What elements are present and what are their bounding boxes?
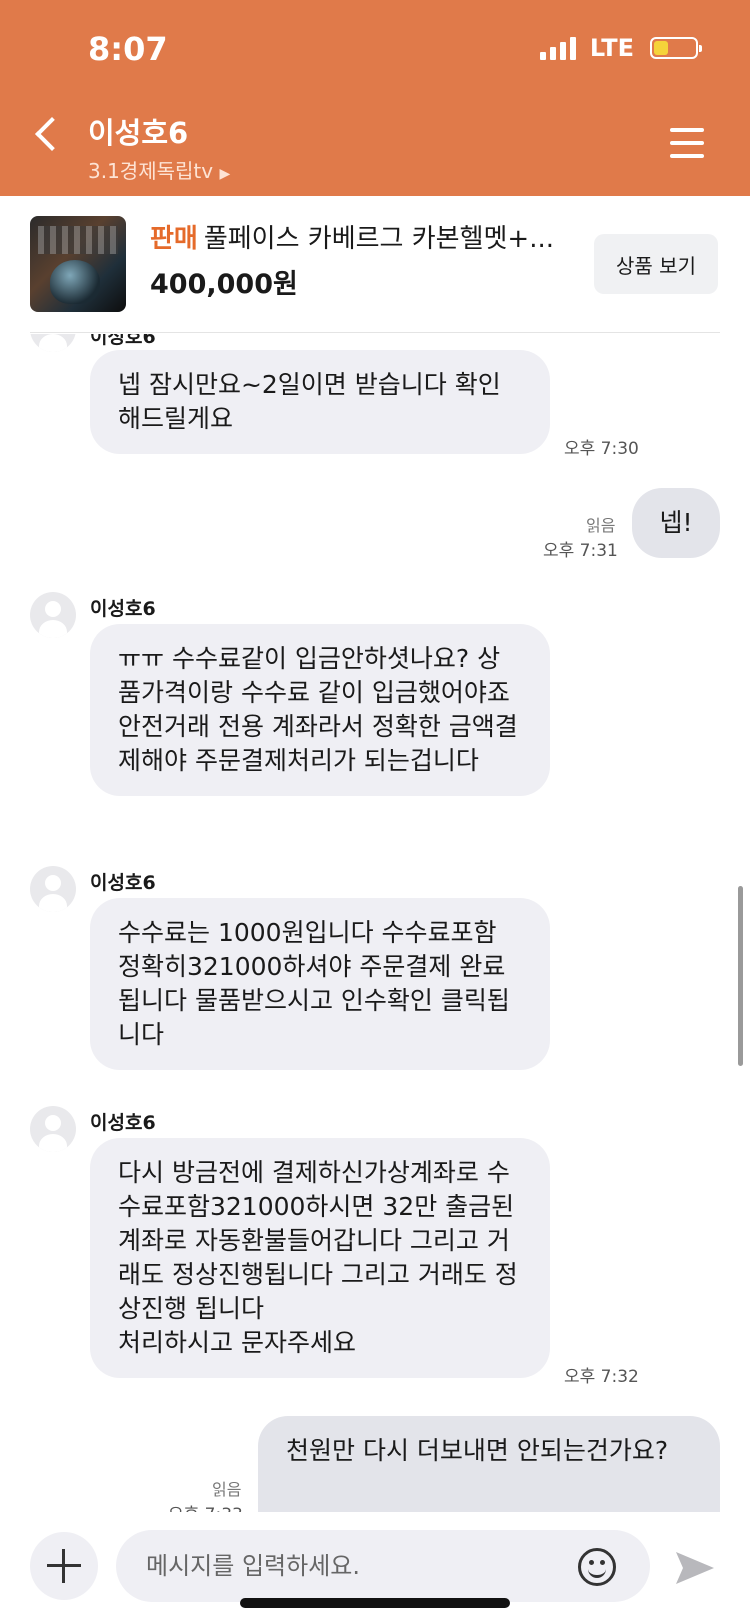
chat-subtitle[interactable]: 3.1경제독립tv ▶ <box>88 155 230 184</box>
message-bubble[interactable]: 다시 방금전에 결제하신가상계좌로 수수료포함321000하시면 32만 출금된… <box>90 1138 550 1378</box>
chevron-right-icon: ▶ <box>219 166 231 182</box>
scrollbar[interactable] <box>738 886 743 1066</box>
my-message-bubble[interactable]: 천원만 다시 더보내면 안되는건가요? <box>258 1416 720 1512</box>
status-time: 8:07 <box>88 30 168 68</box>
message-bubble[interactable]: 넵 잠시만요~2일이면 받습니다 확인 해드릴게요 <box>90 350 550 454</box>
status-indicators: LTE <box>539 34 702 62</box>
message-sender: 이성호6 <box>90 598 156 620</box>
battery-icon <box>650 37 702 59</box>
my-message-text: 천원만 다시 더보내면 안되는건가요? <box>286 1436 669 1465</box>
chat-subtitle-text: 3.1경제독립tv <box>88 159 214 183</box>
read-receipt: 읽음 <box>586 516 616 535</box>
product-thumbnail[interactable] <box>30 216 126 312</box>
message-input[interactable] <box>116 1530 650 1602</box>
message-time: 오후 7:30 <box>564 439 639 459</box>
battery-level <box>654 41 668 55</box>
avatar[interactable] <box>30 866 76 912</box>
divider <box>30 332 720 333</box>
home-indicator <box>240 1598 510 1608</box>
sale-tag: 판매 <box>150 224 198 254</box>
plus-icon[interactable] <box>30 1532 98 1600</box>
message-bubble[interactable]: ㅠㅠ 수수료같이 입금안하셧나요? 상품가격이랑 수수료 같이 입금했어야죠 안… <box>90 624 550 796</box>
product-price: 400,000원 <box>150 269 298 300</box>
message-time: 오후 7:32 <box>564 1367 639 1387</box>
product-card[interactable]: 판매 풀페이스 카베르그 카본헬멧+... 400,000원 상품 보기 <box>0 196 750 332</box>
message-sender: 이성호6 <box>90 872 156 894</box>
view-product-button[interactable]: 상품 보기 <box>594 234 718 294</box>
chat-title: 이성호6 <box>88 116 189 150</box>
product-title: 판매 풀페이스 카베르그 카본헬멧+... <box>150 218 554 255</box>
read-receipt: 읽음 <box>212 1480 242 1499</box>
my-message-bubble[interactable]: 넵! <box>632 488 720 558</box>
message-sender: 이성호6 <box>90 1112 156 1134</box>
smiley-icon[interactable] <box>578 1548 616 1586</box>
send-icon[interactable] <box>674 1548 716 1588</box>
hamburger-menu-icon[interactable] <box>670 128 704 167</box>
message-bubble[interactable]: 수수료는 1000원입니다 수수료포함 정확히321000하셔야 주문결제 완료… <box>90 898 550 1070</box>
message-time: 오후 7:31 <box>543 541 618 561</box>
signal-icon <box>539 36 576 60</box>
chat-header: 8:07 LTE 이성호6 3.1경제독립tv ▶ <box>0 0 750 196</box>
network-label: LTE <box>589 34 634 62</box>
back-arrow-icon[interactable] <box>35 117 69 151</box>
avatar[interactable] <box>30 592 76 638</box>
product-name: 풀페이스 카베르그 카본헬멧+... <box>203 224 554 254</box>
avatar[interactable] <box>30 1106 76 1152</box>
